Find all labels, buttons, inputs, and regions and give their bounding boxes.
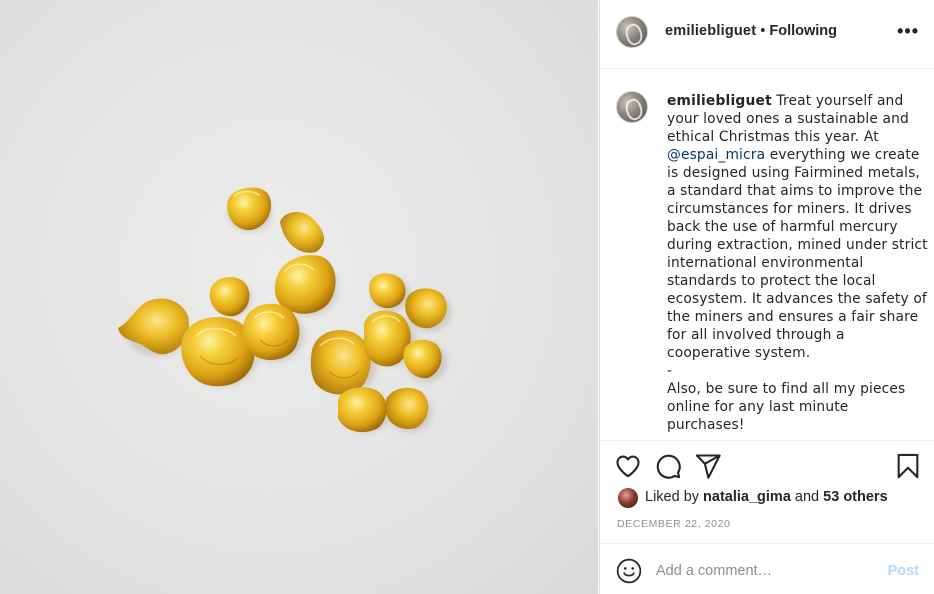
comment-bar: Post <box>600 543 934 594</box>
caption-dash: - <box>667 363 673 379</box>
heart-icon[interactable] <box>614 452 642 480</box>
caption-avatar[interactable] <box>616 91 648 123</box>
liker-username-link[interactable]: natalia_gima <box>703 489 791 505</box>
comment-input[interactable] <box>656 559 866 583</box>
more-options-icon[interactable]: ••• <box>897 22 919 40</box>
post-date[interactable]: DECEMBER 22, 2020 <box>617 518 731 530</box>
caption-body-2: everything we create is designed using F… <box>667 147 928 361</box>
comment-icon[interactable] <box>654 452 682 480</box>
username-link[interactable]: emiliebliguet <box>665 23 756 39</box>
likes-conj: and <box>794 489 820 505</box>
caption-section: emiliebliguet Treat yourself and your lo… <box>600 69 934 441</box>
post-button[interactable]: Post <box>888 563 919 579</box>
post-photo[interactable] <box>0 0 598 594</box>
header-user-line: emiliebliguet • Following <box>665 23 837 39</box>
caption-username-link[interactable]: emiliebliguet <box>667 93 772 109</box>
following-button[interactable]: Following <box>769 23 837 39</box>
liker-avatar[interactable] <box>618 488 638 508</box>
avatar[interactable] <box>616 16 648 48</box>
mention-link[interactable]: @espai_micra <box>667 147 765 163</box>
share-icon[interactable] <box>694 452 722 480</box>
caption-text: emiliebliguet Treat yourself and your lo… <box>667 92 929 434</box>
gold-nuggets-image <box>118 187 451 433</box>
likes-prefix: Liked by <box>645 489 700 505</box>
post-side-panel: emiliebliguet • Following ••• emilieblig… <box>599 0 934 594</box>
emoji-icon[interactable] <box>616 558 642 584</box>
caption-body-3: Also, be sure to find all my pieces onli… <box>667 381 906 433</box>
likes-text: Liked by natalia_gima and 53 others <box>645 489 888 505</box>
action-bar <box>600 450 934 484</box>
post-header: emiliebliguet • Following ••• <box>600 0 934 69</box>
bookmark-icon[interactable] <box>894 452 922 480</box>
likes-others-link[interactable]: 53 others <box>823 489 887 505</box>
separator-dot: • <box>760 23 766 39</box>
